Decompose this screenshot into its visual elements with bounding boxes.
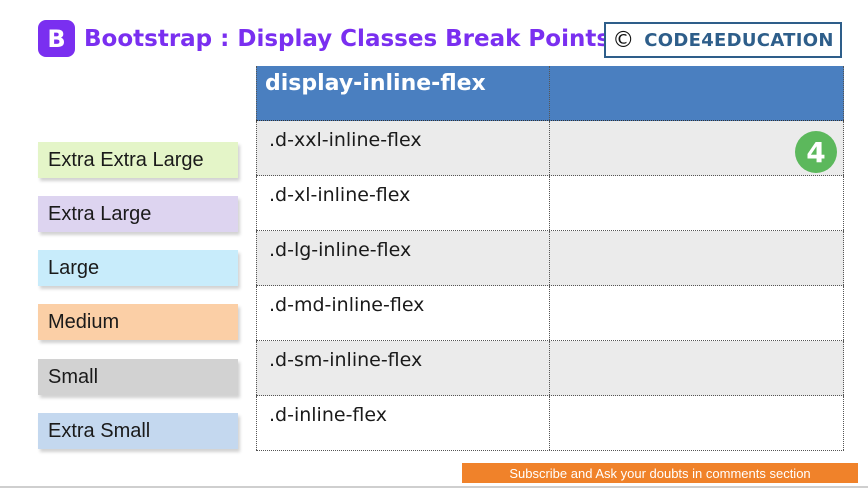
display-classes-table: display-inline-flex .d-xxl-inline-flex 4… — [256, 66, 844, 451]
breakpoint-xl: Extra Large — [38, 196, 238, 232]
class-cell: .d-inline-flex — [256, 396, 550, 450]
breakpoint-xxl: Extra Extra Large — [38, 142, 238, 178]
table-row: .d-md-inline-flex — [256, 286, 844, 341]
breakpoint-xs: Extra Small — [38, 413, 238, 449]
table-header-empty-cell — [550, 66, 844, 120]
class-cell: .d-lg-inline-flex — [256, 231, 550, 285]
empty-cell — [550, 286, 844, 340]
subscribe-banner[interactable]: Subscribe and Ask your doubts in comment… — [462, 463, 858, 483]
empty-cell: 4 — [550, 121, 844, 175]
class-cell: .d-md-inline-flex — [256, 286, 550, 340]
table-header-row: display-inline-flex — [256, 66, 844, 121]
copyright-icon: © — [612, 27, 635, 53]
table-header-cell: display-inline-flex — [256, 66, 550, 120]
class-cell: .d-xxl-inline-flex — [256, 121, 550, 175]
class-cell: .d-sm-inline-flex — [256, 341, 550, 395]
table-row: .d-lg-inline-flex — [256, 231, 844, 286]
empty-cell — [550, 231, 844, 285]
empty-cell — [550, 396, 844, 450]
class-cell: .d-xl-inline-flex — [256, 176, 550, 230]
brand-name: CODE4EDUCATION — [644, 29, 834, 51]
code4education-logo-icon: 4 — [795, 131, 837, 173]
breakpoint-md: Medium — [38, 304, 238, 340]
breakpoint-lg: Large — [38, 250, 238, 286]
empty-cell — [550, 176, 844, 230]
table-row: .d-xl-inline-flex — [256, 176, 844, 231]
copyright-badge: © CODE4EDUCATION — [604, 22, 842, 58]
bootstrap-logo-icon: B — [38, 20, 75, 57]
table-row: .d-inline-flex — [256, 396, 844, 451]
empty-cell — [550, 341, 844, 395]
breakpoint-sm: Small — [38, 359, 238, 395]
table-row: .d-xxl-inline-flex 4 — [256, 121, 844, 176]
page-title: Bootstrap : Display Classes Break Points — [84, 26, 611, 52]
table-row: .d-sm-inline-flex — [256, 341, 844, 396]
